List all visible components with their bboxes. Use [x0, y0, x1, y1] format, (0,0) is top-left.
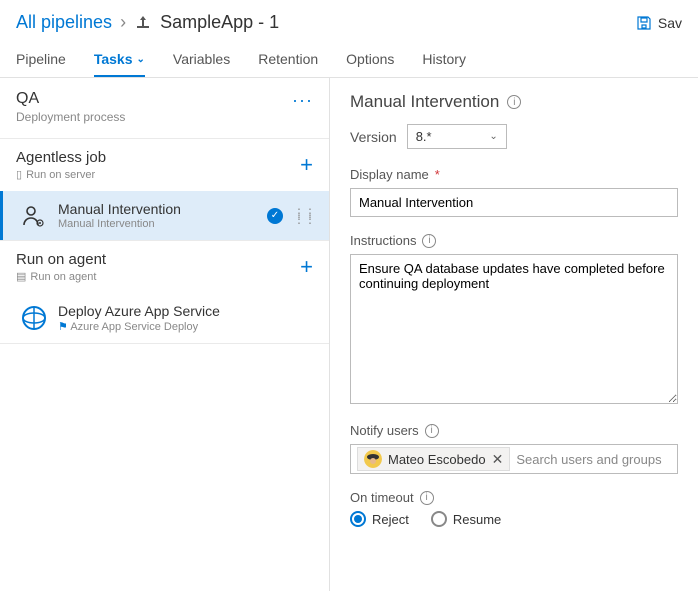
required-indicator: * — [435, 167, 440, 182]
save-button[interactable]: Sav — [636, 15, 682, 31]
notify-users-label: Notify users — [350, 423, 419, 438]
azure-app-service-icon — [20, 304, 48, 332]
radio-resume[interactable]: Resume — [431, 511, 501, 527]
task-deploy-azure[interactable]: Deploy Azure App Service ⚑ Azure App Ser… — [0, 293, 329, 343]
flag-icon: ⚑ — [58, 321, 68, 333]
remove-user-icon[interactable]: ✕ — [492, 451, 504, 468]
instructions-textarea[interactable] — [350, 254, 678, 404]
tab-history[interactable]: History — [422, 41, 466, 77]
stage-subtitle: Deployment process — [16, 110, 125, 124]
add-task-button[interactable]: + — [300, 254, 313, 280]
check-icon: ✓ — [267, 208, 283, 224]
breadcrumb-separator: › — [120, 12, 126, 33]
add-task-button[interactable]: + — [300, 152, 313, 178]
user-pill[interactable]: Mateo Escobedo ✕ — [357, 447, 510, 471]
on-timeout-label: On timeout — [350, 490, 414, 505]
display-name-input[interactable] — [350, 188, 678, 217]
chevron-down-icon: ⌄ — [489, 131, 497, 142]
radio-reject[interactable]: Reject — [350, 511, 409, 527]
breadcrumb: All pipelines › SampleApp - 1 — [16, 12, 279, 33]
avatar — [364, 450, 382, 468]
version-label: Version — [350, 129, 397, 145]
tab-tasks[interactable]: Tasks⌄ — [94, 41, 145, 77]
info-icon[interactable]: i — [420, 491, 434, 505]
person-gear-icon — [20, 202, 48, 230]
pipeline-icon — [134, 14, 152, 32]
task-manual-intervention[interactable]: Manual Intervention Manual Intervention … — [0, 191, 329, 240]
display-name-label: Display name — [350, 167, 429, 182]
panel-title: Manual Intervention — [350, 92, 499, 112]
stage-name[interactable]: QA — [16, 90, 125, 108]
version-select[interactable]: 8.* ⌄ — [407, 124, 507, 149]
breadcrumb-root[interactable]: All pipelines — [16, 12, 112, 33]
notify-users-input[interactable]: Mateo Escobedo ✕ Search users and groups — [350, 444, 678, 474]
tab-variables[interactable]: Variables — [173, 41, 230, 77]
server-icon: ▯ — [16, 168, 22, 181]
info-icon[interactable]: i — [507, 95, 521, 109]
tab-pipeline[interactable]: Pipeline — [16, 41, 66, 77]
job-run-on-agent[interactable]: Run on agent ▤Run on agent + — [0, 241, 329, 293]
save-icon — [636, 15, 652, 31]
page-title: SampleApp - 1 — [160, 12, 279, 33]
drag-handle-icon[interactable]: ⋮⋮⋮⋮ — [293, 210, 315, 222]
tab-options[interactable]: Options — [346, 41, 394, 77]
search-placeholder: Search users and groups — [516, 452, 661, 467]
more-icon[interactable]: ··· — [292, 90, 313, 111]
tab-retention[interactable]: Retention — [258, 41, 318, 77]
info-icon[interactable]: i — [425, 424, 439, 438]
instructions-label: Instructions — [350, 233, 416, 248]
chevron-down-icon: ⌄ — [137, 54, 145, 65]
info-icon[interactable]: i — [422, 234, 436, 248]
tab-bar: Pipeline Tasks⌄ Variables Retention Opti… — [0, 41, 698, 78]
job-agentless[interactable]: Agentless job ▯Run on server + — [0, 139, 329, 191]
agent-icon: ▤ — [16, 270, 26, 283]
